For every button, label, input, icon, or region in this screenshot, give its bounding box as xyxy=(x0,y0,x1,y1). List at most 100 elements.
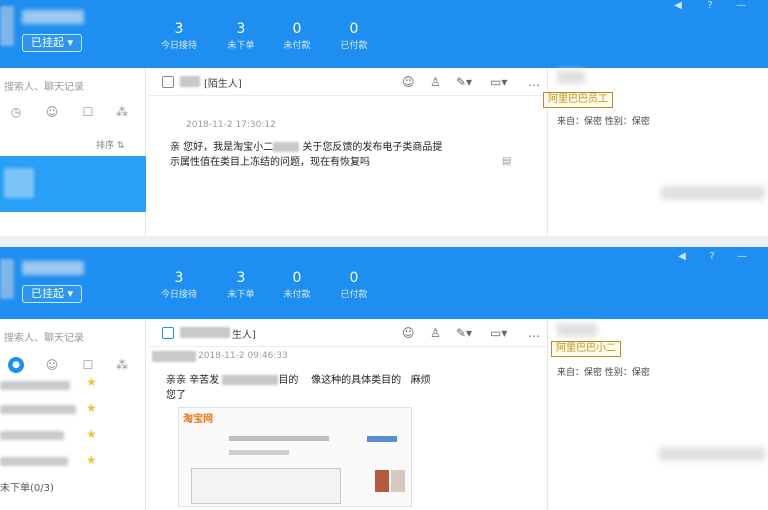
video-icon[interactable]: ▭▾ xyxy=(490,326,507,340)
message-timestamp: 2018-11-2 17:30:12 xyxy=(186,120,276,130)
stat-unpaid[interactable]: 0 未付款 xyxy=(272,20,322,53)
order-group-label[interactable]: 未下单(0/3) xyxy=(0,479,54,494)
mute-icon[interactable]: ◀ xyxy=(676,251,688,263)
message-text: 亲亲 辛苦发 xyxy=(166,375,220,386)
list-item[interactable] xyxy=(0,381,70,390)
stat-today-served[interactable]: 3 今日接待 xyxy=(154,20,204,53)
top-bar: 已挂起 ▾ 3 今日接待 3 未下单 0 未付款 0 已付款 ◀ ? — xyxy=(0,0,768,68)
chat-window-1: 已挂起 ▾ 3 今日接待 3 未下单 0 未付款 0 已付款 ◀ ? — 搜索人… xyxy=(0,0,768,236)
screenshot-thumbnail xyxy=(391,470,405,492)
contact-name xyxy=(180,327,230,338)
stat-today-served[interactable]: 3 今日接待 xyxy=(154,269,204,302)
star-icon[interactable]: ★ xyxy=(86,453,97,467)
status-dropdown[interactable]: 已挂起 ▾ xyxy=(22,285,83,303)
stat-value: 3 xyxy=(236,270,246,286)
customer-nickname: 阿里巴巴小二 xyxy=(551,341,621,357)
more-icon[interactable]: … xyxy=(528,326,540,340)
stat-value: 0 xyxy=(292,270,302,286)
help-icon[interactable]: ? xyxy=(704,0,716,12)
stat-label: 未付款 xyxy=(283,290,311,300)
clock-icon[interactable]: ● xyxy=(8,357,24,373)
stat-value: 3 xyxy=(236,21,246,37)
transfer-icon[interactable]: ♙ xyxy=(430,326,441,340)
stat-not-ordered[interactable]: 3 未下单 xyxy=(216,20,266,53)
list-item-selected[interactable] xyxy=(0,156,146,212)
emoji-icon[interactable]: ☺ xyxy=(402,326,415,340)
stat-paid[interactable]: 0 已付款 xyxy=(329,269,379,302)
contacts-icon[interactable]: ☺ xyxy=(44,104,60,120)
sidebar-tabs: ● ☺ ☐ ⁂ xyxy=(0,357,146,383)
edit-icon[interactable]: ✎▾ xyxy=(456,75,472,89)
stat-label: 已付款 xyxy=(340,290,368,300)
chat-header: [陌生人] ☺ ♙ ✎▾ ▭▾ … xyxy=(148,68,548,96)
contact-avatar-icon xyxy=(162,76,174,88)
message-text: 示属性值在类目上冻结的问题，现在有恢复吗 xyxy=(170,157,370,168)
stat-value: 0 xyxy=(349,21,359,37)
contact-name xyxy=(180,76,200,87)
stat-not-ordered[interactable]: 3 未下单 xyxy=(216,269,266,302)
minimize-icon[interactable]: — xyxy=(736,251,748,263)
sort-button[interactable]: 排序 ⇅ xyxy=(96,138,124,151)
edit-icon[interactable]: ✎▾ xyxy=(456,326,472,340)
stat-label: 未下单 xyxy=(227,290,255,300)
contact-avatar-icon xyxy=(162,327,174,339)
chat-record-icon[interactable]: ☐ xyxy=(80,104,96,120)
message-bubble: 亲 您好，我是淘宝小二 关于您反馈的发布电子类商品提 示属性值在类目上冻结的问题… xyxy=(170,140,500,170)
clock-icon[interactable]: ◷ xyxy=(8,104,24,120)
video-icon[interactable]: ▭▾ xyxy=(490,75,507,89)
message-text: 像这种的具体类目的 xyxy=(311,375,402,386)
transfer-icon[interactable]: ♙ xyxy=(430,75,441,89)
contact-sidebar: 搜索人、聊天记录 ● ☺ ☐ ⁂ ★ ★ ★ ★ 未下单(0/3) xyxy=(0,319,146,510)
list-item[interactable] xyxy=(0,431,64,440)
stat-paid[interactable]: 0 已付款 xyxy=(329,20,379,53)
message-text: 亲 您好，我是淘宝小二 xyxy=(170,142,274,153)
message-text: 关于您反馈的发布电子类商品提 xyxy=(302,142,443,153)
group-icon[interactable]: ⁂ xyxy=(114,357,130,373)
message-menu-icon[interactable]: ▤ xyxy=(502,156,511,167)
stat-unpaid[interactable]: 0 未付款 xyxy=(272,269,322,302)
chat-area: 生人] ☺ ♙ ✎▾ ▭▾ … 2018-11-2 09:46:33 亲亲 辛苦… xyxy=(148,319,548,510)
star-icon[interactable]: ★ xyxy=(86,375,97,389)
chat-area: [陌生人] ☺ ♙ ✎▾ ▭▾ … 2018-11-2 17:30:12 亲 您… xyxy=(148,68,548,236)
stat-value: 0 xyxy=(292,21,302,37)
stat-label: 今日接待 xyxy=(160,290,197,300)
contact-sidebar: 搜索人、聊天记录 ◷ ☺ ☐ ⁂ 排序 ⇅ xyxy=(0,68,146,236)
message-text: 您了 xyxy=(166,390,186,401)
redacted-info xyxy=(659,447,765,461)
redacted-text xyxy=(222,375,279,385)
stat-label: 已付款 xyxy=(340,41,368,51)
search-input[interactable]: 搜索人、聊天记录 xyxy=(4,329,84,344)
contacts-icon[interactable]: ☺ xyxy=(44,357,60,373)
message-timestamp: 2018-11-2 09:46:33 xyxy=(198,351,288,361)
stat-value: 3 xyxy=(174,21,184,37)
minimize-icon[interactable]: — xyxy=(735,0,747,12)
message-screenshot-image[interactable]: 淘宝网 xyxy=(178,407,412,507)
emoji-icon[interactable]: ☺ xyxy=(402,75,415,89)
list-item[interactable] xyxy=(0,457,68,466)
screenshot-table xyxy=(191,468,341,504)
stat-label: 未付款 xyxy=(283,41,311,51)
search-input[interactable]: 搜索人、聊天记录 xyxy=(4,78,84,93)
avatar[interactable] xyxy=(0,259,14,299)
redacted-text xyxy=(273,142,300,152)
avatar[interactable] xyxy=(0,6,14,46)
account-name xyxy=(22,10,84,24)
customer-profile: 阿里巴巴员工 来自：保密 性别：保密 xyxy=(543,68,768,236)
contact-tag: [陌生人] xyxy=(204,79,242,90)
divider xyxy=(0,236,768,247)
star-icon[interactable]: ★ xyxy=(86,401,97,415)
status-dropdown[interactable]: 已挂起 ▾ xyxy=(22,34,83,52)
screenshot-caption: 淘宝网 xyxy=(183,414,213,425)
chat-window-2: 已挂起 ▾ 3 今日接待 3 未下单 0 未付款 0 已付款 ◀ ? — 搜索人… xyxy=(0,247,768,510)
chat-record-icon[interactable]: ☐ xyxy=(80,357,96,373)
star-icon[interactable]: ★ xyxy=(86,427,97,441)
list-item[interactable] xyxy=(0,405,76,414)
customer-avatar xyxy=(557,70,585,84)
help-icon[interactable]: ? xyxy=(706,251,718,263)
top-bar: 已挂起 ▾ 3 今日接待 3 未下单 0 未付款 0 已付款 ◀ ? — xyxy=(0,247,768,319)
mute-icon[interactable]: ◀ xyxy=(672,0,684,12)
sidebar-tabs: ◷ ☺ ☐ ⁂ xyxy=(0,104,146,130)
more-icon[interactable]: … xyxy=(528,75,540,89)
contact-tag: 生人] xyxy=(232,330,256,341)
group-icon[interactable]: ⁂ xyxy=(114,104,130,120)
